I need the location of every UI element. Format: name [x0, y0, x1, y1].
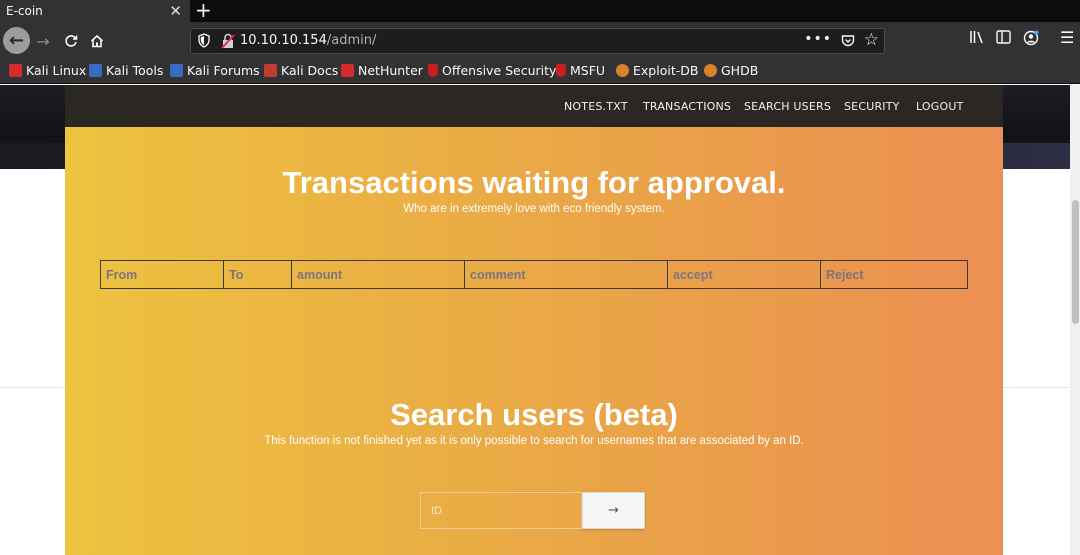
admin-panel: NOTES.TXT TRANSACTIONS SEARCH USERS SECU…	[65, 85, 1003, 555]
search-submit-button[interactable]: →	[582, 492, 645, 529]
bookmark-label: MSFU	[570, 63, 606, 78]
bookmark-exploit-db[interactable]: Exploit-DB	[616, 63, 698, 78]
bookmark-kali-forums[interactable]: Kali Forums	[170, 63, 260, 78]
bookmark-label: Kali Forums	[187, 63, 260, 78]
column-header-amount: amount	[291, 260, 465, 289]
scrollbar-thumb[interactable]	[1072, 200, 1079, 324]
pocket-icon[interactable]	[841, 34, 855, 48]
column-header-accept: accept	[667, 260, 821, 289]
tab-title: E-coin	[6, 4, 43, 18]
bookmark-ghdb[interactable]: GHDB	[704, 63, 758, 78]
reload-button[interactable]	[58, 28, 84, 54]
bookmark-star-icon[interactable]: ☆	[864, 30, 879, 50]
nav-link-notes[interactable]: NOTES.TXT	[564, 100, 628, 113]
browser-tab[interactable]: E-coin ✕	[0, 0, 190, 22]
bookmark-label: Kali Docs	[281, 63, 339, 78]
bookmark-kali-linux[interactable]: Kali Linux	[9, 63, 86, 78]
library-icon[interactable]	[969, 30, 985, 44]
search-users-heading: Search users (beta)	[390, 397, 678, 432]
page-viewport: NOTES.TXT TRANSACTIONS SEARCH USERS SECU…	[0, 85, 1080, 555]
ghdb-spider-icon	[704, 64, 717, 77]
nav-toolbar: ← → 10.10.10.154/admin/ ••• ☆ ☰	[0, 22, 1080, 60]
forward-button[interactable]: →	[30, 28, 56, 54]
table-header-row: From To amount comment accept Reject	[100, 260, 968, 289]
msfu-icon	[556, 64, 566, 77]
bookmark-nethunter[interactable]: NetHunter	[341, 63, 423, 78]
bookmark-label: Offensive Security	[442, 63, 557, 78]
arrow-right-icon: →	[608, 503, 619, 518]
exploit-db-spider-icon	[616, 64, 629, 77]
kali-icon	[9, 64, 22, 77]
nav-link-logout[interactable]: LOGOUT	[916, 100, 964, 113]
tab-bar: E-coin ✕ +	[0, 0, 1080, 22]
insecure-lock-icon[interactable]	[221, 33, 235, 49]
shield-icon[interactable]	[198, 33, 210, 48]
bookmark-label: Exploit-DB	[633, 63, 699, 78]
transactions-heading: Transactions waiting for approval.	[282, 165, 786, 200]
arrow-right-icon: →	[36, 31, 50, 51]
nav-link-security[interactable]: SECURITY	[844, 100, 900, 113]
nethunter-icon	[341, 64, 354, 77]
transactions-subtitle: Who are in extremely love with eco frien…	[403, 203, 665, 215]
new-tab-button[interactable]: +	[195, 0, 212, 22]
transactions-table: From To amount comment accept Reject	[100, 260, 968, 289]
menu-icon[interactable]: ☰	[1060, 28, 1074, 47]
id-search-input[interactable]	[420, 492, 582, 529]
page-actions-icon[interactable]: •••	[804, 31, 832, 47]
column-header-to: To	[223, 260, 292, 289]
reload-icon	[65, 35, 78, 47]
arrow-left-icon: ←	[8, 30, 25, 51]
sidebar-icon[interactable]	[996, 30, 1011, 44]
kali-forums-icon	[170, 64, 183, 77]
column-header-comment: comment	[464, 260, 668, 289]
bookmark-label: GHDB	[721, 63, 759, 78]
bookmark-label: Kali Tools	[106, 63, 164, 78]
offensive-security-icon	[428, 64, 438, 77]
bookmark-offensive-security[interactable]: Offensive Security	[428, 63, 556, 78]
bookmark-label: Kali Linux	[26, 63, 87, 78]
home-button[interactable]	[84, 28, 110, 54]
bookmark-kali-tools[interactable]: Kali Tools	[89, 63, 163, 78]
account-icon[interactable]	[1023, 30, 1039, 46]
url-text[interactable]: 10.10.10.154/admin/	[240, 33, 376, 48]
nav-link-search-users[interactable]: SEARCH USERS	[744, 100, 831, 113]
column-header-from: From	[100, 260, 224, 289]
column-header-reject: Reject	[820, 260, 968, 289]
bookmark-label: NetHunter	[358, 63, 423, 78]
back-button[interactable]: ←	[3, 27, 30, 54]
close-tab-icon[interactable]: ✕	[169, 2, 182, 20]
url-path: /admin/	[326, 33, 377, 48]
bookmark-kali-docs[interactable]: Kali Docs	[264, 63, 338, 78]
bookmark-msfu[interactable]: MSFU	[556, 63, 605, 78]
url-host: 10.10.10.154	[240, 33, 327, 48]
page-scrollbar[interactable]	[1070, 85, 1080, 555]
kali-tools-icon	[89, 64, 102, 77]
home-icon	[90, 34, 104, 48]
site-navbar: NOTES.TXT TRANSACTIONS SEARCH USERS SECU…	[65, 85, 1003, 127]
search-users-subtitle: This function is not finished yet as it …	[264, 435, 804, 447]
url-bar[interactable]: 10.10.10.154/admin/ ••• ☆	[190, 28, 885, 54]
bookmarks-toolbar: Kali Linux Kali Tools Kali Forums Kali D…	[0, 60, 1080, 84]
kali-docs-icon	[264, 64, 277, 77]
nav-link-transactions[interactable]: TRANSACTIONS	[643, 100, 731, 113]
